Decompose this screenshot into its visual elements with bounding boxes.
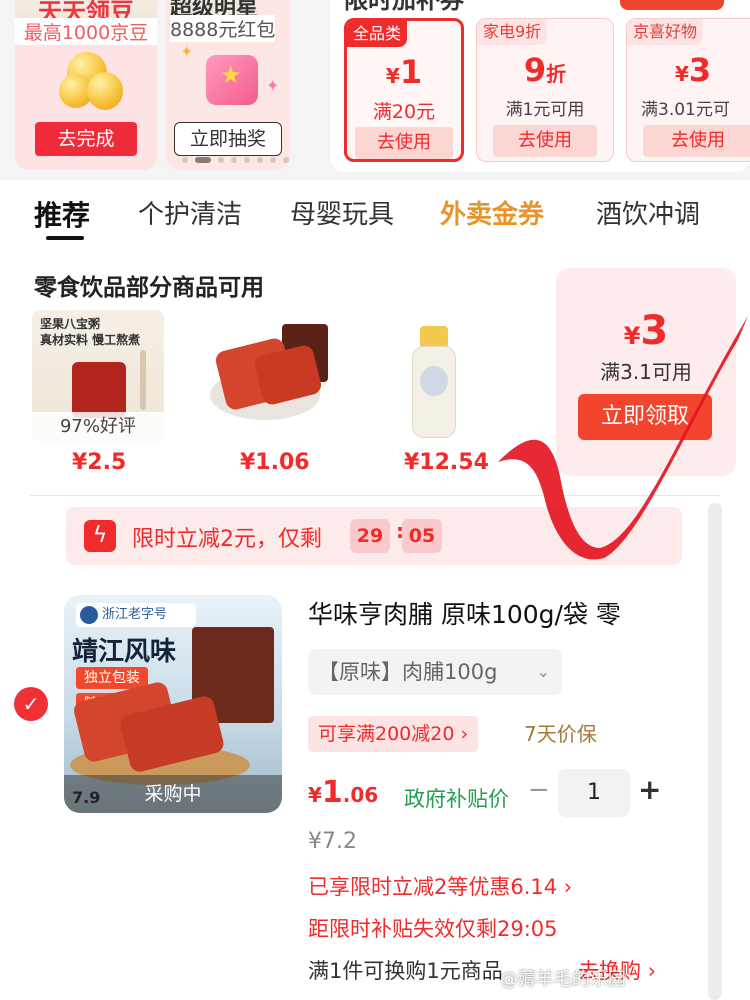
product-brand-badge: 浙江老字号 xyxy=(76,603,196,627)
carousel-dots xyxy=(182,157,289,163)
snack-coupon-claim-button[interactable]: 立即领取 xyxy=(578,394,712,440)
gift-box-icon: ★ xyxy=(206,55,258,105)
sparkle-icon: ✦ xyxy=(266,76,280,95)
price-guarantee: 7天价保 xyxy=(524,722,597,746)
coupon-condition: 满1元可用 xyxy=(505,100,585,120)
snack-price: ¥12.54 xyxy=(404,450,489,475)
tab-takeout-vouchers[interactable]: 外卖金券 xyxy=(440,194,544,231)
lottery-card[interactable]: 超级明星 8888元红包 ✦ ✦ ★ 立即抽奖 xyxy=(166,0,290,170)
cart-product-card: ϟ 限时立减2元，仅剩 29 : 05 ✓ 浙江老字号 靖江风味 独立包装 随拆… xyxy=(0,495,750,1000)
product-title[interactable]: 华味亨肉脯 原味100g/袋 零 xyxy=(308,595,621,631)
beans-card[interactable]: 天天领豆 最高1000京豆 去完成 xyxy=(15,0,157,170)
lottery-card-subtitle: 8888元红包 xyxy=(170,15,276,42)
subsidy-label: 政府补贴价 xyxy=(404,787,509,811)
subsidy-countdown: 距限时补贴失效仅剩29:05 xyxy=(308,917,558,941)
coupon-panel-claim-button[interactable]: 去领取 xyxy=(620,0,724,10)
snack-rating: 97%好评 xyxy=(32,412,164,442)
coupon-panel-title: 限时加补券 xyxy=(344,0,464,14)
lottery-draw-button[interactable]: 立即抽奖 xyxy=(174,122,282,156)
coupon-appliance[interactable]: 家电9折 9折 满1元可用 去使用 xyxy=(476,18,614,162)
discount-details[interactable]: 已享限时立减2等优惠6.14 › xyxy=(308,871,572,901)
promo-strip: 天天领豆 最高1000京豆 去完成 超级明星 8888元红包 ✦ ✦ ★ 立即抽… xyxy=(0,0,750,180)
flash-sale-banner: ϟ 限时立减2元，仅剩 29 : 05 xyxy=(66,507,682,565)
brand-logo-icon xyxy=(80,606,98,624)
chevron-down-icon: ⌄ xyxy=(536,662,550,681)
tab-baby-toys[interactable]: 母婴玩具 xyxy=(290,194,394,231)
snack-coupon-value: ¥3 xyxy=(623,308,669,354)
tab-active-indicator xyxy=(46,236,84,240)
coupon-value: ¥3 xyxy=(675,51,712,89)
tab-recommend[interactable]: 推荐 xyxy=(34,194,90,234)
snack-price: ¥1.06 xyxy=(240,450,310,475)
golden-beans-icon xyxy=(59,52,123,112)
quantity-input[interactable]: 1 xyxy=(558,769,630,817)
tab-personal-care[interactable]: 个护清洁 xyxy=(138,194,242,231)
increase-button[interactable]: + xyxy=(638,773,661,806)
product-image[interactable]: 浙江老字号 靖江风味 独立包装 随拆随吃 采购中 7.9 xyxy=(64,595,282,813)
divider xyxy=(30,495,720,496)
snack-price: ¥2.5 xyxy=(72,450,127,475)
coupon-value: ¥1 xyxy=(385,53,423,91)
beans-complete-button[interactable]: 去完成 xyxy=(35,122,137,156)
porridge-package-subtext: 真材实料 慢工熬煮 xyxy=(40,333,141,347)
coupon-all-category[interactable]: 全品类 ¥1 满20元 去使用 xyxy=(344,18,464,162)
current-price: ¥1.06 xyxy=(308,775,379,810)
coupon-tag: 京喜好物 xyxy=(627,19,704,45)
coupon-jingxi[interactable]: 京喜好物 ¥3 满3.01元可 去使用 xyxy=(626,18,750,162)
timer-seconds: 05 xyxy=(402,519,442,553)
coupon-tag: 全品类 xyxy=(347,21,408,47)
snack-thumb-porridge[interactable]: 坚果八宝粥 真材实料 慢工熬煮 97%好评 xyxy=(32,310,164,442)
tab-drinks[interactable]: 酒饮冲调 xyxy=(596,194,700,231)
snack-section: 零食饮品部分商品可用 坚果八宝粥 真材实料 慢工熬煮 97%好评 ¥2.5 ¥1… xyxy=(0,250,750,495)
coupon-tag: 家电9折 xyxy=(477,19,548,45)
product-image-chip: 独立包装 xyxy=(76,667,148,689)
sparkle-icon: ✦ xyxy=(180,42,194,61)
coupon-condition: 满20元 xyxy=(372,101,436,123)
exchange-offer: 满1件可换购1元商品 xyxy=(308,959,503,983)
category-tabs: 推荐 个护清洁 母婴玩具 外卖金券 酒饮冲调 xyxy=(0,180,750,250)
product-image-corner-text: 7.9 xyxy=(72,788,101,807)
decrease-button[interactable]: − xyxy=(528,775,550,805)
porridge-can-image xyxy=(72,362,126,418)
snack-thumb-milk[interactable] xyxy=(364,310,496,442)
sku-selector[interactable]: 【原味】肉脯100g ⌄ xyxy=(308,649,562,695)
coupon-use-button[interactable]: 去使用 xyxy=(355,127,453,159)
select-checkbox[interactable]: ✓ xyxy=(14,687,48,721)
quantity-stepper: − 1 + xyxy=(526,769,666,817)
promotion-tag[interactable]: 可享满200减20 › xyxy=(308,716,479,752)
product-image-title: 靖江风味 xyxy=(72,637,177,667)
coupon-condition: 满3.01元可 xyxy=(641,100,730,120)
snack-thumb-jerky[interactable] xyxy=(198,310,330,442)
timer-minutes: 29 xyxy=(350,519,390,553)
lightning-icon: ϟ xyxy=(84,520,116,552)
snack-coupon[interactable]: ¥3 满3.1可用 立即领取 xyxy=(556,268,736,476)
snack-coupon-condition: 满3.1可用 xyxy=(600,360,692,384)
original-price: ¥7.2 xyxy=(308,829,357,854)
coupon-value: 9折 xyxy=(523,51,567,89)
watermark: @薅羊毛的乐园 xyxy=(500,969,626,990)
snack-section-title: 零食饮品部分商品可用 xyxy=(34,275,264,301)
coupon-use-button[interactable]: 去使用 xyxy=(493,125,597,157)
flash-sale-text: 限时立减2元，仅剩 xyxy=(132,527,322,552)
scrollbar[interactable] xyxy=(708,503,722,1000)
coupon-panel: 限时加补券 去领取 全品类 ¥1 满20元 去使用 家电9折 9折 满1元可用 … xyxy=(330,0,750,172)
coupon-use-button[interactable]: 去使用 xyxy=(643,125,750,157)
beans-card-subtitle: 最高1000京豆 xyxy=(15,18,157,45)
porridge-package-text: 坚果八宝粥 xyxy=(40,317,101,331)
